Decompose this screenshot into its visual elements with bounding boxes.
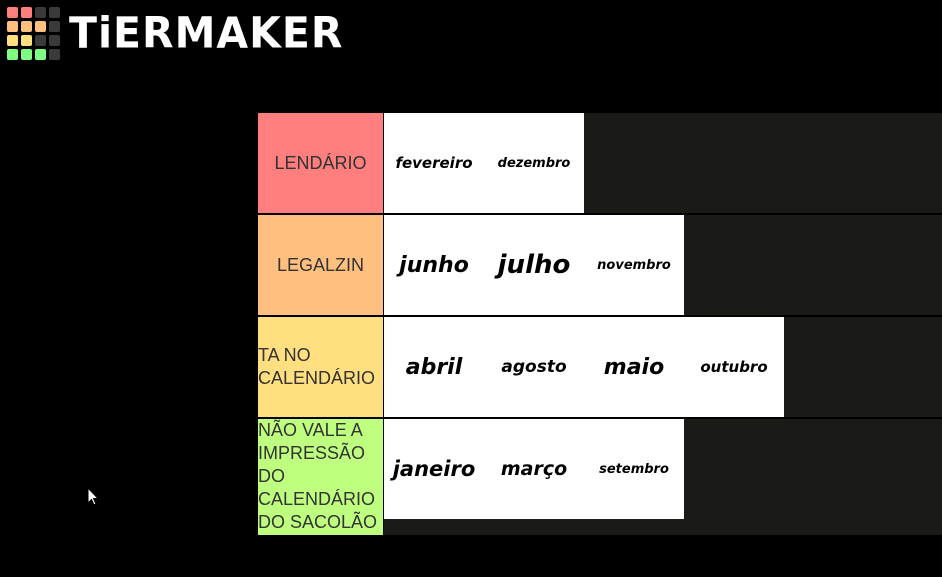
tier-item[interactable]: junho (384, 215, 484, 315)
tier-items: fevereiro dezembro (384, 113, 942, 213)
tier-items: janeiro março setembro (384, 419, 942, 535)
tier-item[interactable]: fevereiro (384, 113, 484, 213)
tier-items: junho julho novembro (384, 215, 942, 315)
tier-label[interactable]: NÃO VALE A IMPRESSÃO DO CALENDÁRIO DO SA… (258, 419, 384, 535)
mouse-cursor-icon (87, 487, 100, 506)
logo-grid-icon (7, 7, 60, 60)
tier-label[interactable]: LEGALZIN (258, 215, 384, 315)
tier-label[interactable]: LENDÁRIO (258, 113, 384, 213)
tier-item[interactable]: setembro (584, 419, 684, 519)
tier-item[interactable]: abril (384, 317, 484, 417)
tier-item[interactable]: março (484, 419, 584, 519)
tier-row: LEGALZIN junho julho novembro (258, 215, 942, 317)
tier-item[interactable]: dezembro (484, 113, 584, 213)
tier-row: TA NO CALENDÁRIO abril agosto maio outub… (258, 317, 942, 419)
tier-item[interactable]: agosto (484, 317, 584, 417)
tier-item[interactable]: outubro (684, 317, 784, 417)
tier-row: LENDÁRIO fevereiro dezembro (258, 113, 942, 215)
tier-item[interactable]: maio (584, 317, 684, 417)
tier-item[interactable]: novembro (584, 215, 684, 315)
tier-row: NÃO VALE A IMPRESSÃO DO CALENDÁRIO DO SA… (258, 419, 942, 535)
tier-label[interactable]: TA NO CALENDÁRIO (258, 317, 384, 417)
tier-item[interactable]: janeiro (384, 419, 484, 519)
logo-wordmark: TiERMAKER (69, 7, 344, 59)
tier-items: abril agosto maio outubro (384, 317, 942, 417)
tiermaker-logo[interactable]: TiERMAKER (7, 7, 343, 60)
tier-list: LENDÁRIO fevereiro dezembro LEGALZIN jun… (258, 113, 942, 535)
tier-item[interactable]: julho (484, 215, 584, 315)
